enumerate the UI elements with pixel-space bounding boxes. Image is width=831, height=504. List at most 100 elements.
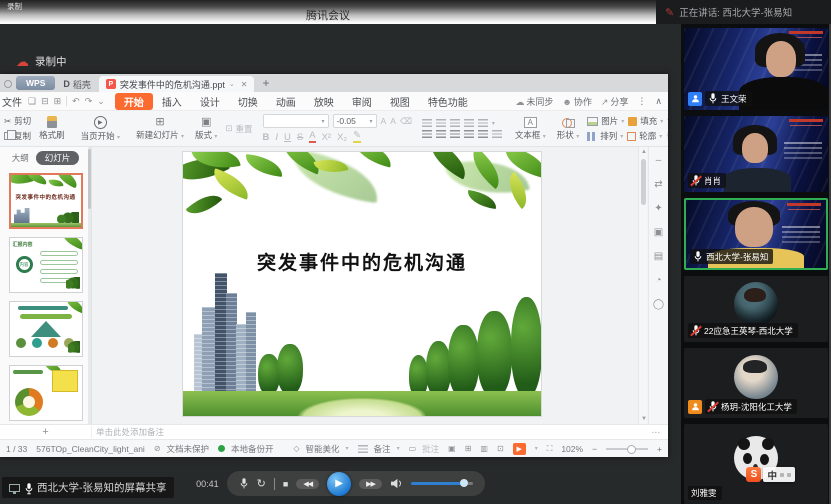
slides-tab[interactable]: 幻灯片 bbox=[36, 151, 80, 165]
share-button[interactable]: ↗分享 bbox=[601, 95, 629, 108]
copy-button[interactable]: 复制 bbox=[4, 130, 31, 142]
highlight-button[interactable]: ✎ bbox=[353, 131, 361, 143]
subscript-button[interactable]: X₂ bbox=[337, 132, 347, 143]
slide-thumbnail-1[interactable]: 突发事件中的危机沟通 bbox=[9, 173, 83, 229]
more-icon[interactable]: ⋮ bbox=[637, 96, 646, 107]
tab-home[interactable]: 开始 bbox=[115, 93, 153, 110]
player-mic-icon[interactable] bbox=[239, 477, 249, 490]
font-family-select[interactable]: ▾ bbox=[263, 114, 329, 128]
comments-button[interactable]: ▭批注 bbox=[409, 443, 440, 455]
normal-view-icon[interactable]: ▣ bbox=[448, 444, 456, 453]
participant-tile[interactable]: 杨玥-沈阳化工大学 bbox=[684, 348, 828, 418]
collapse-ribbon-icon[interactable]: ∧ bbox=[655, 96, 662, 107]
picture-button[interactable]: 图片▾ bbox=[587, 115, 624, 127]
notes-placeholder[interactable]: 单击此处添加备注 bbox=[96, 426, 164, 438]
document-tab[interactable]: P 突发事件中的危机沟通.ppt ⌄ ✕ bbox=[99, 76, 255, 92]
app-menu-icon[interactable] bbox=[4, 80, 12, 88]
decrease-indent-icon[interactable] bbox=[450, 119, 460, 127]
collaborate-button[interactable]: ☻协作 bbox=[562, 95, 592, 108]
slide-thumbnail-2[interactable]: 汇报内容 内容 bbox=[9, 237, 83, 293]
history-icon[interactable]: ◔ bbox=[655, 275, 661, 286]
tab-caret-icon[interactable]: ⌄ bbox=[229, 80, 235, 88]
increase-indent-icon[interactable] bbox=[464, 119, 474, 127]
replace-button[interactable]: 替换 bbox=[666, 130, 668, 142]
scroll-up-icon[interactable]: ▲ bbox=[641, 149, 647, 155]
decrease-font-button[interactable]: A bbox=[390, 116, 396, 126]
compare-icon[interactable]: ⇄ bbox=[654, 179, 662, 190]
align-right-icon[interactable] bbox=[450, 130, 460, 138]
slideshow-play-button[interactable]: ▶ bbox=[513, 443, 526, 455]
shapes-button[interactable]: 形状 ▾ bbox=[554, 117, 582, 141]
clear-format-icon[interactable]: ⌫ bbox=[400, 116, 412, 127]
clipboard-icon[interactable]: ⊡ bbox=[497, 444, 504, 453]
underline-button[interactable]: U bbox=[284, 132, 291, 143]
columns-icon[interactable] bbox=[492, 130, 502, 138]
tab-animation[interactable]: 动画 bbox=[267, 93, 305, 110]
notes-more-icon[interactable]: ⋯ bbox=[652, 427, 661, 438]
superscript-button[interactable]: X² bbox=[322, 132, 332, 143]
sogou-logo[interactable]: S bbox=[746, 467, 761, 482]
beautify-button[interactable]: ◇智能美化▾ bbox=[293, 443, 348, 455]
export-icon[interactable]: ⊞ bbox=[54, 96, 62, 107]
play-options-caret[interactable]: ▾ bbox=[535, 445, 538, 452]
increase-font-button[interactable]: A bbox=[381, 116, 387, 126]
docer-tab[interactable]: D稻壳 bbox=[55, 76, 99, 92]
rewind-button[interactable]: ◀◀ bbox=[296, 479, 319, 489]
tab-design[interactable]: 设计 bbox=[191, 93, 229, 110]
ime-indicator[interactable]: S 中 bbox=[746, 467, 795, 482]
backup-status[interactable]: 本地备份开 bbox=[218, 443, 274, 455]
ime-lang-mode[interactable]: 中 bbox=[767, 468, 777, 482]
annotation-pen-icon[interactable]: ✎ bbox=[665, 6, 674, 19]
participant-tile[interactable]: 刘雅雯 bbox=[684, 424, 828, 504]
wps-home-tab[interactable]: WPS bbox=[16, 76, 55, 90]
reset-button[interactable]: ⊡重置 bbox=[225, 123, 252, 135]
notes-button[interactable]: 备注▾ bbox=[358, 443, 400, 455]
redo-icon[interactable]: ↷ bbox=[85, 96, 93, 107]
layout-button[interactable]: ▣ 版式 ▾ bbox=[192, 117, 220, 141]
print-icon[interactable]: ⊟ bbox=[41, 96, 49, 107]
tab-special-features[interactable]: 特色功能 bbox=[419, 93, 477, 110]
tab-view[interactable]: 视图 bbox=[381, 93, 419, 110]
speaker-icon[interactable] bbox=[390, 478, 403, 489]
participant-tile[interactable]: 肖肖 bbox=[684, 116, 828, 192]
slide-canvas[interactable]: 突发事件中的危机沟通 bbox=[92, 147, 648, 424]
volume-slider[interactable] bbox=[411, 482, 473, 485]
fill-button[interactable]: 填充▾ bbox=[628, 115, 663, 127]
bullet-list-icon[interactable] bbox=[422, 119, 432, 127]
loop-icon[interactable]: ↻ bbox=[257, 477, 266, 490]
slide-thumbnail-3[interactable] bbox=[9, 301, 83, 357]
zoom-slider[interactable] bbox=[606, 448, 648, 450]
media-icon[interactable]: ▤ bbox=[654, 251, 663, 262]
zoom-in-icon[interactable]: + bbox=[657, 444, 662, 454]
play-button[interactable]: ▶ bbox=[327, 472, 351, 496]
sorter-view-icon[interactable]: ⊞ bbox=[465, 444, 472, 453]
font-size-select[interactable]: -0.05▾ bbox=[333, 114, 377, 128]
reading-view-icon[interactable]: ▥ bbox=[480, 444, 488, 453]
participant-tile[interactable]: 22应急王英琴-西北大学 bbox=[684, 276, 828, 342]
undo-icon[interactable]: ↶ bbox=[72, 96, 80, 107]
italic-button[interactable]: I bbox=[275, 132, 278, 143]
find-button[interactable]: 🔍查找 bbox=[667, 115, 668, 127]
slide-thumbnail-4[interactable] bbox=[9, 365, 83, 421]
play-from-current-button[interactable]: ▶ 当页开始 ▾ bbox=[78, 116, 123, 142]
protection-status[interactable]: ⊘文档未保护 bbox=[154, 443, 209, 455]
tab-slideshow[interactable]: 放映 bbox=[305, 93, 343, 110]
strikethrough-button[interactable]: S bbox=[297, 132, 303, 143]
bold-button[interactable]: B bbox=[263, 132, 270, 143]
participant-tile-speaking[interactable]: 西北大学-张易知 bbox=[684, 198, 828, 270]
forward-button[interactable]: ▶▶ bbox=[359, 479, 382, 489]
tab-review[interactable]: 审阅 bbox=[343, 93, 381, 110]
new-tab-button[interactable]: + bbox=[262, 76, 269, 90]
thumbnail-scrollbar[interactable] bbox=[88, 147, 91, 424]
collapse-icon[interactable]: – bbox=[656, 155, 662, 166]
help-icon[interactable]: ◯ bbox=[653, 299, 664, 310]
save-icon[interactable]: ❏ bbox=[28, 96, 36, 107]
font-color-button[interactable]: A bbox=[309, 131, 315, 143]
beautify-icon[interactable]: ✦ bbox=[654, 203, 662, 214]
align-left-icon[interactable] bbox=[422, 130, 432, 138]
tab-transition[interactable]: 切换 bbox=[229, 93, 267, 110]
numbered-list-icon[interactable] bbox=[436, 119, 446, 127]
scroll-down-icon[interactable]: ▼ bbox=[641, 416, 647, 422]
justify-icon[interactable] bbox=[464, 130, 474, 138]
canvas-scrollbar[interactable]: ▲ ▼ bbox=[638, 147, 647, 424]
